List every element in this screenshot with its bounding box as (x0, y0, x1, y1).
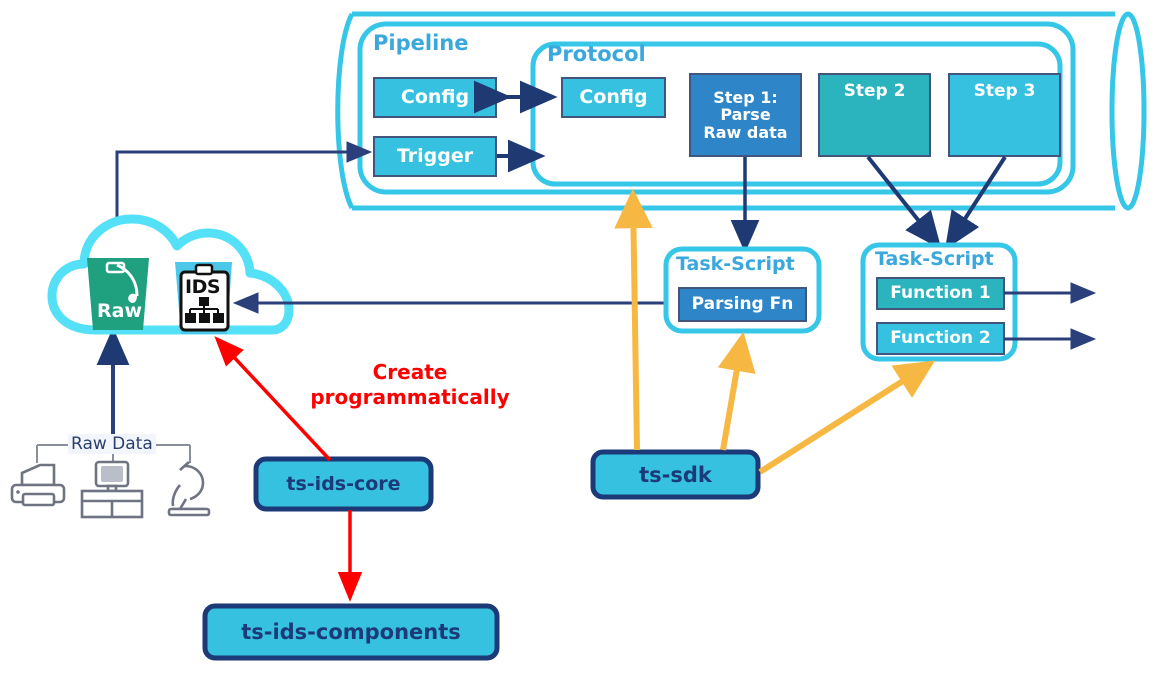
microscope-icon (167, 461, 211, 517)
pipeline-config-label: Config (400, 86, 470, 109)
step1-label-line3: Raw data (703, 122, 788, 142)
ts-ids-components-label: ts-ids-components (241, 620, 461, 644)
sdk-to-protocol-arrow (614, 188, 653, 451)
ts-sdk-label: ts-sdk (639, 462, 712, 487)
pipeline-trigger-label: Trigger (396, 145, 474, 168)
ts-ids-core-label: ts-ids-core (286, 473, 401, 495)
diagram-canvas: Pipeline Protocol Task-Script Task-Scrip… (0, 0, 1172, 683)
create-programmatically-line2: programmatically (310, 385, 510, 409)
printer-icon (10, 463, 66, 507)
step2-label: Step 2 (843, 80, 906, 101)
function2-label: Function 2 (890, 328, 991, 349)
function1-label: Function 1 (890, 283, 991, 304)
parsing-fn-label: Parsing Fn (691, 294, 794, 315)
sdk-to-parsing-fn-arrow (717, 331, 756, 451)
cloud-shape (47, 214, 294, 335)
raw-bucket-label: Raw (97, 300, 143, 322)
create-programmatically-line1: Create (372, 360, 448, 384)
ids-bucket-icon (175, 262, 232, 334)
protocol-config-label: Config (579, 86, 648, 109)
protocol-title: Protocol (547, 42, 646, 66)
step1-label-line2: Parse (720, 105, 771, 125)
task-script-right-title: Task-Script (875, 248, 994, 270)
analyzer-icon (80, 460, 144, 519)
sdk-to-taskscript-right-arrow (758, 360, 936, 475)
step3-label: Step 3 (973, 80, 1036, 101)
create-programmatically-annotation: Create programmatically (300, 360, 520, 410)
ids-bucket-label: IDS (185, 276, 221, 298)
step1-label-line1: Step 1: (713, 87, 778, 107)
raw-data-label: Raw Data (68, 434, 156, 454)
step1-label: Step 1: Parse Raw data (690, 74, 801, 156)
task-script-left-title: Task-Script (676, 253, 795, 275)
pipeline-title: Pipeline (373, 31, 469, 55)
